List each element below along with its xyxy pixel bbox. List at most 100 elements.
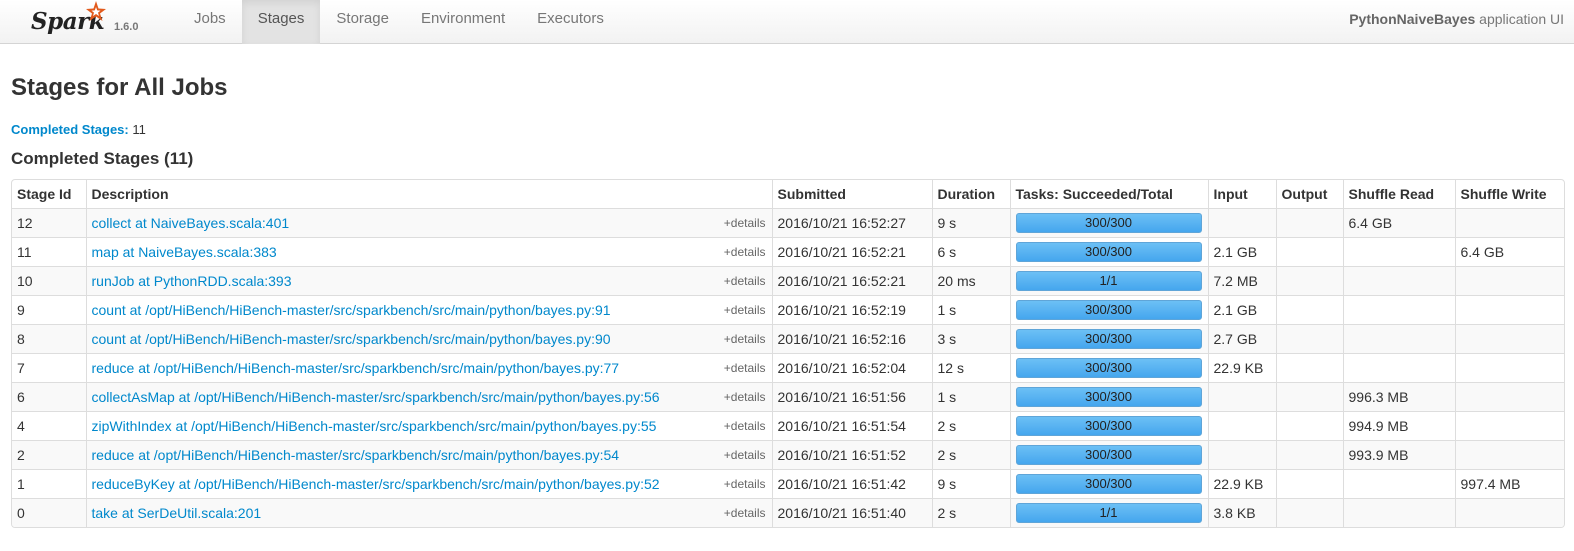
stage-description-link[interactable]: reduce at /opt/HiBench/HiBench-master/sr… <box>92 360 620 376</box>
description-cell: collectAsMap at /opt/HiBench/HiBench-mas… <box>85 381 772 411</box>
submitted: 2016/10/21 16:52:21 <box>771 265 932 295</box>
spark-version: 1.6.0 <box>114 21 139 33</box>
output <box>1275 381 1343 411</box>
nav-environment[interactable]: Environment <box>405 0 521 44</box>
details-toggle[interactable]: +details <box>724 361 766 375</box>
stage-id: 12 <box>12 207 86 237</box>
details-toggle[interactable]: +details <box>724 303 766 317</box>
nav-stages[interactable]: Stages <box>241 0 321 44</box>
spark-logo[interactable]: Spark 1.6.0 <box>28 0 158 44</box>
submitted: 2016/10/21 16:52:27 <box>771 207 932 237</box>
app-suffix: application UI <box>1479 11 1564 27</box>
input: 2.1 GB <box>1207 236 1276 266</box>
duration: 20 ms <box>931 265 1010 295</box>
table-row: 4 zipWithIndex at /opt/HiBench/HiBench-m… <box>12 410 1564 440</box>
tasks-cell: 300/300 <box>1009 468 1208 498</box>
top-navbar: Spark 1.6.0 Jobs Stages Storage Environm… <box>0 0 1574 44</box>
description-cell: reduce at /opt/HiBench/HiBench-master/sr… <box>85 439 772 469</box>
details-toggle[interactable]: +details <box>724 245 766 259</box>
details-toggle[interactable]: +details <box>724 506 766 520</box>
tasks-progress-bar: 300/300 <box>1015 329 1202 349</box>
shuffle-write <box>1454 381 1564 411</box>
submitted: 2016/10/21 16:51:54 <box>771 410 932 440</box>
stage-id: 2 <box>12 439 86 469</box>
shuffle-write <box>1454 294 1564 324</box>
nav-jobs[interactable]: Jobs <box>178 0 242 44</box>
shuffle-read: 6.4 GB <box>1342 207 1455 237</box>
stage-description-link[interactable]: collectAsMap at /opt/HiBench/HiBench-mas… <box>92 389 660 405</box>
stage-description-link[interactable]: reduce at /opt/HiBench/HiBench-master/sr… <box>92 447 620 463</box>
shuffle-write: 6.4 GB <box>1454 236 1564 266</box>
table-row: 0 take at SerDeUtil.scala:201 +details 20… <box>12 497 1564 527</box>
stage-description-link[interactable]: take at SerDeUtil.scala:201 <box>92 505 262 521</box>
stage-id: 7 <box>12 352 86 382</box>
duration: 9 s <box>931 468 1010 498</box>
table-row: 10 runJob at PythonRDD.scala:393 +details… <box>12 265 1564 295</box>
shuffle-read: 993.9 MB <box>1342 439 1455 469</box>
input <box>1207 207 1276 237</box>
output <box>1275 497 1343 527</box>
tasks-progress-bar: 1/1 <box>1015 271 1202 291</box>
table-row: 1 reduceByKey at /opt/HiBench/HiBench-ma… <box>12 468 1564 498</box>
stage-description-link[interactable]: zipWithIndex at /opt/HiBench/HiBench-mas… <box>92 418 657 434</box>
tasks-progress-bar: 300/300 <box>1015 358 1202 378</box>
output <box>1275 294 1343 324</box>
tasks-cell: 300/300 <box>1009 207 1208 237</box>
duration: 1 s <box>931 294 1010 324</box>
tasks-progress-bar: 300/300 <box>1015 242 1202 262</box>
stage-id: 1 <box>12 468 86 498</box>
stage-description-link[interactable]: count at /opt/HiBench/HiBench-master/src… <box>92 302 611 318</box>
nav-storage[interactable]: Storage <box>320 0 405 44</box>
app-name: PythonNaiveBayes <box>1349 11 1476 27</box>
details-toggle[interactable]: +details <box>724 274 766 288</box>
details-toggle[interactable]: +details <box>724 216 766 230</box>
submitted: 2016/10/21 16:51:56 <box>771 381 932 411</box>
nav-executors[interactable]: Executors <box>521 0 620 44</box>
description-cell: count at /opt/HiBench/HiBench-master/src… <box>85 323 772 353</box>
description-cell: zipWithIndex at /opt/HiBench/HiBench-mas… <box>85 410 772 440</box>
tasks-cell: 300/300 <box>1009 352 1208 382</box>
shuffle-read <box>1342 352 1455 382</box>
header-input[interactable]: Input <box>1207 180 1276 208</box>
details-toggle[interactable]: +details <box>724 390 766 404</box>
details-toggle[interactable]: +details <box>724 419 766 433</box>
header-shuffle-write[interactable]: Shuffle Write <box>1454 180 1564 208</box>
description-cell: reduceByKey at /opt/HiBench/HiBench-mast… <box>85 468 772 498</box>
header-tasks[interactable]: Tasks: Succeeded/Total <box>1009 180 1208 208</box>
header-description[interactable]: Description <box>85 180 772 208</box>
details-toggle[interactable]: +details <box>724 332 766 346</box>
stage-id: 4 <box>12 410 86 440</box>
details-toggle[interactable]: +details <box>724 448 766 462</box>
stage-description-link[interactable]: collect at NaiveBayes.scala:401 <box>92 215 290 231</box>
output <box>1275 236 1343 266</box>
stage-description-link[interactable]: reduceByKey at /opt/HiBench/HiBench-mast… <box>92 476 660 492</box>
duration: 12 s <box>931 352 1010 382</box>
stage-id: 6 <box>12 381 86 411</box>
tasks-progress-bar: 300/300 <box>1015 213 1202 233</box>
duration: 2 s <box>931 439 1010 469</box>
header-stage-id[interactable]: Stage Id <box>12 180 86 208</box>
table-row: 6 collectAsMap at /opt/HiBench/HiBench-m… <box>12 381 1564 411</box>
input: 22.9 KB <box>1207 352 1276 382</box>
header-submitted[interactable]: Submitted <box>771 180 932 208</box>
shuffle-write: 997.4 MB <box>1454 468 1564 498</box>
table-row: 8 count at /opt/HiBench/HiBench-master/s… <box>12 323 1564 353</box>
table-row: 7 reduce at /opt/HiBench/HiBench-master/… <box>12 352 1564 382</box>
completed-stages-count: 11 <box>132 122 146 137</box>
shuffle-write <box>1454 352 1564 382</box>
stage-description-link[interactable]: runJob at PythonRDD.scala:393 <box>92 273 292 289</box>
stage-description-link[interactable]: map at NaiveBayes.scala:383 <box>92 244 277 260</box>
completed-stages-link[interactable]: Completed Stages: <box>11 122 129 137</box>
stage-description-link[interactable]: count at /opt/HiBench/HiBench-master/src… <box>92 331 611 347</box>
shuffle-write <box>1454 410 1564 440</box>
header-duration[interactable]: Duration <box>931 180 1010 208</box>
tasks-cell: 300/300 <box>1009 410 1208 440</box>
header-output[interactable]: Output <box>1275 180 1343 208</box>
header-shuffle-read[interactable]: Shuffle Read <box>1342 180 1455 208</box>
stage-id: 0 <box>12 497 86 527</box>
details-toggle[interactable]: +details <box>724 477 766 491</box>
tasks-cell: 300/300 <box>1009 294 1208 324</box>
output <box>1275 207 1343 237</box>
input: 7.2 MB <box>1207 265 1276 295</box>
page-title: Stages for All Jobs <box>11 74 228 101</box>
